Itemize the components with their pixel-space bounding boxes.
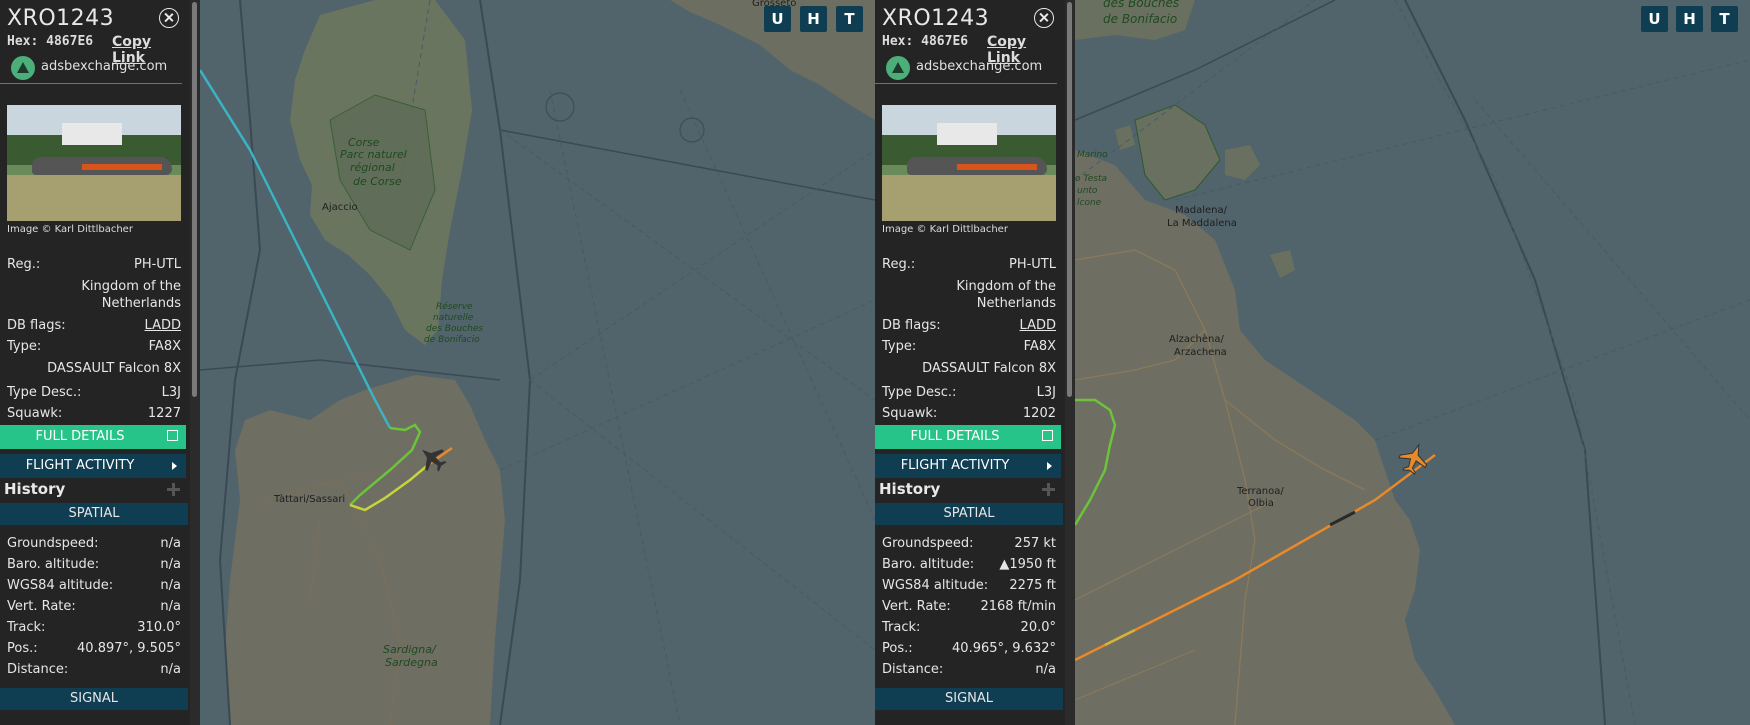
squawk-label: Squawk: (7, 406, 63, 421)
panel-left: XRO1243 Hex: 4867E6 Copy Link adsbexchan… (0, 0, 875, 725)
flight-activity-button[interactable]: FLIGHT ACTIVITY (0, 454, 186, 478)
close-icon[interactable] (159, 8, 179, 28)
layer-button-u[interactable]: U (764, 6, 791, 32)
aircraft-photo[interactable] (7, 105, 181, 221)
reg-value: PH-UTL (1008, 257, 1056, 272)
ladd-link[interactable]: LADD (1020, 318, 1056, 333)
ladd-link[interactable]: LADD (145, 318, 181, 333)
vert-rate-value: 2168 ft/min (980, 599, 1056, 614)
data-source[interactable]: adsbexchange.com (875, 50, 1057, 84)
country-line1: Kingdom of the (81, 279, 181, 294)
sidebar-scrollbar[interactable] (190, 0, 200, 725)
groundspeed-value: n/a (160, 536, 181, 551)
map-label-arzachena: Alzachèna/ (1169, 334, 1224, 345)
baro-altitude-value: ▲1950 ft (999, 557, 1056, 572)
squawk-label: Squawk: (882, 406, 938, 421)
vert-rate-value: n/a (160, 599, 181, 614)
layer-button-h[interactable]: H (800, 6, 827, 32)
typedesc-value: L3J (161, 385, 181, 400)
full-details-button[interactable]: FULL DETAILS (875, 425, 1061, 449)
track-value: 310.0° (137, 620, 181, 635)
full-details-button[interactable]: FULL DETAILS (0, 425, 186, 449)
adsbexchange-logo-icon (886, 56, 910, 80)
close-icon[interactable] (1034, 8, 1054, 28)
plus-icon[interactable] (167, 483, 180, 496)
flight-activity-button[interactable]: FLIGHT ACTIVITY (875, 454, 1061, 478)
adsbexchange-logo-icon (11, 56, 35, 80)
aircraft-info-sidebar: XRO1243 Hex: 4867E6 Copy Link adsbexchan… (875, 0, 1075, 725)
source-name: adsbexchange.com (41, 59, 168, 74)
squawk-value: 1202 (1022, 406, 1056, 421)
sidebar-scrollbar[interactable] (1065, 0, 1075, 725)
external-link-icon (167, 430, 178, 441)
country-line2: Netherlands (976, 296, 1056, 311)
reg-label: Reg.: (882, 257, 916, 272)
history-header[interactable]: History (875, 480, 1063, 500)
callsign-title: XRO1243 (7, 6, 115, 31)
external-link-icon (1042, 430, 1053, 441)
baro-altitude-value: n/a (160, 557, 181, 572)
aircraft-model: DASSAULT Falcon 8X (47, 361, 181, 376)
data-source[interactable]: adsbexchange.com (0, 50, 182, 84)
groundspeed-value: 257 kt (1014, 536, 1056, 551)
typedesc-value: L3J (1036, 385, 1056, 400)
triangle-right-icon (172, 462, 177, 470)
country-line1: Kingdom of the (956, 279, 1056, 294)
hex-code: Hex: 4867E6 (7, 34, 94, 49)
dbflags-label: DB flags: (7, 318, 66, 333)
wgs84-altitude-value: 2275 ft (1009, 578, 1056, 593)
spatial-section[interactable]: SPATIAL (0, 503, 188, 525)
position-value: 40.897°, 9.505° (77, 641, 181, 656)
typedesc-label: Type Desc.: (7, 385, 82, 400)
triangle-right-icon (1047, 462, 1052, 470)
type-value: FA8X (1023, 339, 1056, 354)
distance-value: n/a (1035, 662, 1056, 677)
map-label-maddalena: Madalena/ (1175, 205, 1227, 216)
track-value: 20.0° (1020, 620, 1056, 635)
plus-icon[interactable] (1042, 483, 1055, 496)
signal-section[interactable]: SIGNAL (0, 688, 188, 710)
map-label-sassari: Tàttari/Sassari (274, 494, 346, 505)
photo-credit: Image © Karl Dittlbacher (882, 224, 1008, 235)
layer-button-t[interactable]: T (1711, 6, 1738, 32)
map-label-ajaccio: Ajaccio (322, 202, 358, 213)
typedesc-label: Type Desc.: (882, 385, 957, 400)
sardinia-landmass (225, 375, 505, 725)
map-label-reserve: Réserve (436, 302, 473, 312)
source-name: adsbexchange.com (916, 59, 1043, 74)
layer-button-u[interactable]: U (1641, 6, 1668, 32)
layer-button-h[interactable]: H (1676, 6, 1703, 32)
hex-code: Hex: 4867E6 (882, 34, 969, 49)
map-label-olbia: Terranoa/ (1237, 486, 1284, 497)
country-line2: Netherlands (101, 296, 181, 311)
dbflags-label: DB flags: (882, 318, 941, 333)
map-label-sardigna: Sardigna/ (383, 643, 436, 656)
aircraft-model: DASSAULT Falcon 8X (922, 361, 1056, 376)
type-value: FA8X (148, 339, 181, 354)
callsign-title: XRO1243 (882, 6, 990, 31)
position-value: 40.965°, 9.632° (952, 641, 1056, 656)
map-view[interactable]: des Bouches de Bonifacio Madalena/ La Ma… (1075, 0, 1750, 725)
squawk-value: 1227 (147, 406, 181, 421)
layer-button-t[interactable]: T (836, 6, 863, 32)
signal-section[interactable]: SIGNAL (875, 688, 1063, 710)
photo-credit: Image © Karl Dittlbacher (7, 224, 133, 235)
map-label-parc: Parc naturel (340, 148, 407, 161)
type-label: Type: (7, 339, 42, 354)
spatial-section[interactable]: SPATIAL (875, 503, 1063, 525)
aircraft-info-sidebar: XRO1243 Hex: 4867E6 Copy Link adsbexchan… (0, 0, 200, 725)
map-label-marino: Marino (1077, 150, 1108, 160)
map-view[interactable]: Corse Parc naturel régional de Corse Aja… (200, 0, 875, 725)
type-label: Type: (882, 339, 917, 354)
wgs84-altitude-value: n/a (160, 578, 181, 593)
reg-value: PH-UTL (133, 257, 181, 272)
reg-label: Reg.: (7, 257, 41, 272)
history-header[interactable]: History (0, 480, 188, 500)
distance-value: n/a (160, 662, 181, 677)
aircraft-photo[interactable] (882, 105, 1056, 221)
panel-right: XRO1243 Hex: 4867E6 Copy Link adsbexchan… (875, 0, 1750, 725)
map-label-bouches: des Bouches (1103, 0, 1180, 10)
